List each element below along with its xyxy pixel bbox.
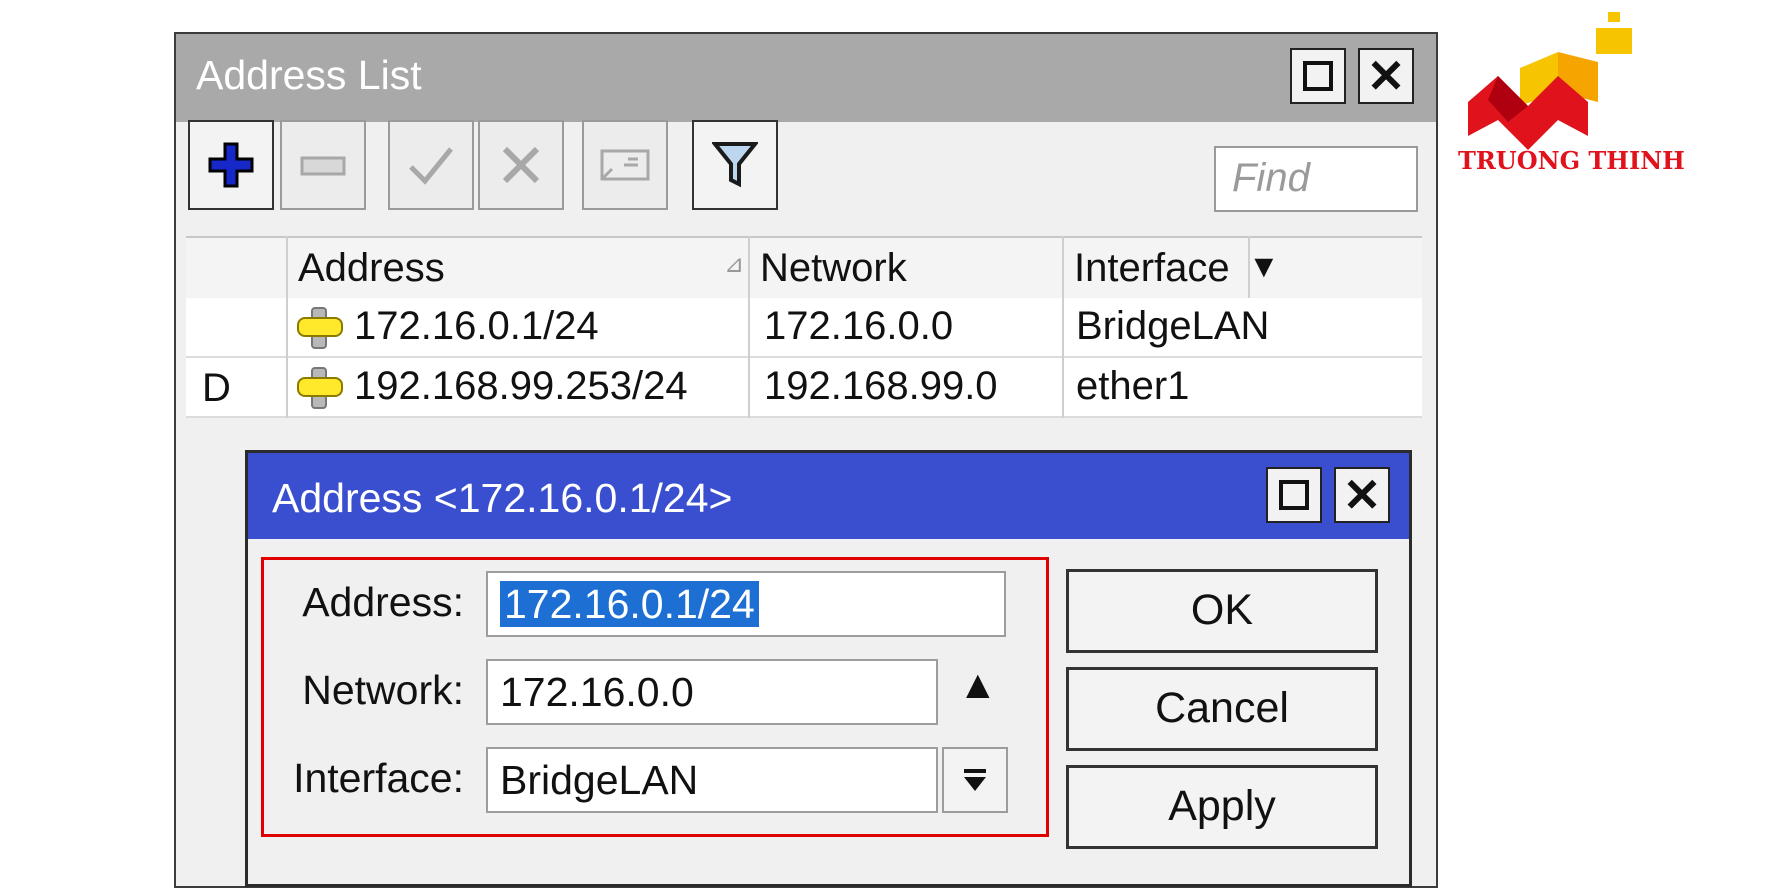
network-label: Network:	[302, 667, 464, 713]
address-value: 172.16.0.1/24	[500, 581, 759, 627]
close-button[interactable]: ✕	[1358, 48, 1414, 104]
dialog-close-button[interactable]: ✕	[1334, 467, 1390, 523]
dialog-maximize-button[interactable]	[1266, 467, 1322, 523]
column-divider	[1248, 236, 1250, 298]
disable-button[interactable]	[478, 120, 564, 210]
table-header: Address ⊿ Network Interface ▼	[186, 236, 1422, 300]
dropdown-arrow-icon	[964, 769, 986, 791]
maximize-button[interactable]	[1290, 48, 1346, 104]
interface-value: BridgeLAN	[500, 757, 699, 803]
row-address: 172.16.0.1/24	[354, 304, 599, 348]
column-header-interface[interactable]: Interface	[1074, 246, 1230, 291]
close-icon: ✕	[1366, 50, 1406, 102]
address-table: Address ⊿ Network Interface ▼ 172.16.0.1…	[186, 236, 1422, 420]
remove-icon	[300, 156, 346, 176]
ok-button[interactable]: OK	[1066, 569, 1378, 653]
row-network: 192.168.99.0	[764, 364, 998, 408]
column-divider	[1062, 236, 1064, 418]
apply-button[interactable]: Apply	[1066, 765, 1378, 849]
add-icon	[208, 142, 254, 188]
maximize-icon	[1303, 61, 1333, 91]
window-title: Address List	[196, 52, 422, 98]
interface-dropdown-button[interactable]	[942, 747, 1008, 813]
filter-button[interactable]	[692, 120, 778, 210]
window-titlebar[interactable]: Address List ✕	[176, 34, 1436, 122]
maximize-icon	[1279, 480, 1309, 510]
network-value: 172.16.0.0	[500, 669, 694, 715]
address-field[interactable]: 172.16.0.1/24	[486, 571, 1006, 637]
collapse-arrow-icon[interactable]: ▲	[958, 663, 998, 708]
address-icon	[297, 367, 343, 409]
column-header-network[interactable]: Network	[760, 246, 907, 291]
dialog-title: Address <172.16.0.1/24>	[272, 475, 733, 521]
network-field[interactable]: 172.16.0.0	[486, 659, 938, 725]
table-row[interactable]: 172.16.0.1/24 172.16.0.0 BridgeLAN	[186, 298, 1422, 358]
interface-field[interactable]: BridgeLAN	[486, 747, 938, 813]
logo-text: TRUONG THINH	[1458, 146, 1685, 175]
find-input[interactable]: Find	[1214, 146, 1418, 212]
row-interface: ether1	[1076, 364, 1190, 408]
comment-button[interactable]	[582, 120, 668, 210]
enable-button[interactable]	[388, 120, 474, 210]
comment-icon	[600, 149, 650, 181]
close-icon: ✕	[1342, 469, 1382, 521]
address-dialog: Address <172.16.0.1/24> ✕ Address: 172.1…	[245, 450, 1412, 887]
column-divider	[748, 236, 750, 418]
row-interface: BridgeLAN	[1076, 304, 1270, 348]
column-header-address[interactable]: Address	[298, 246, 445, 291]
cancel-button[interactable]: Cancel	[1066, 667, 1378, 751]
check-icon	[409, 147, 453, 185]
sort-icon: ⊿	[724, 251, 745, 278]
table-row[interactable]: D 192.168.99.253/24 192.168.99.0 ether1	[186, 358, 1422, 418]
cross-icon	[502, 146, 540, 184]
column-divider	[286, 236, 288, 418]
row-address: 192.168.99.253/24	[354, 364, 688, 408]
address-icon	[297, 307, 343, 349]
address-label: Address:	[302, 579, 464, 625]
dialog-titlebar[interactable]: Address <172.16.0.1/24> ✕	[248, 453, 1409, 539]
interface-label: Interface:	[293, 755, 464, 801]
add-button[interactable]	[188, 120, 274, 210]
row-flag: D	[202, 366, 231, 410]
remove-button[interactable]	[280, 120, 366, 210]
filter-icon	[712, 142, 758, 188]
row-network: 172.16.0.0	[764, 304, 954, 348]
column-menu-icon[interactable]: ▼	[1248, 248, 1280, 285]
